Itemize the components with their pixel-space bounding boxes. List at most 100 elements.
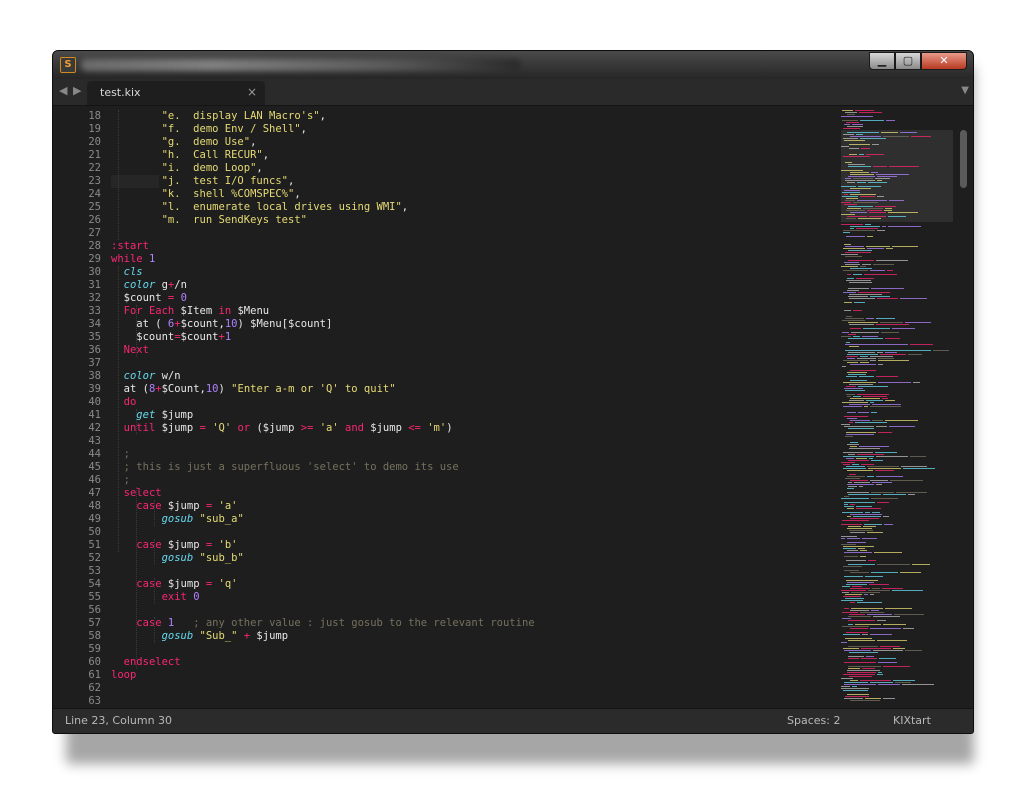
minimap-line [843, 546, 874, 547]
token-kw: endselect [123, 656, 181, 668]
code-line[interactable]: ; [111, 474, 130, 487]
token-text: ) $Menu[$count] [237, 318, 333, 330]
minimap-line [842, 512, 863, 513]
code-line[interactable]: :start [111, 240, 149, 253]
tab-dropdown-icon[interactable]: ▼ [961, 85, 969, 96]
minimap-line [901, 466, 927, 467]
minimap-line [844, 502, 875, 503]
minimap-line [847, 444, 859, 445]
code-line[interactable]: "g. demo Use", [111, 136, 257, 149]
token-text: $Menu [231, 305, 270, 317]
minimap-line [861, 148, 870, 149]
tab-close-icon[interactable]: × [247, 85, 257, 99]
code-line[interactable]: at (8+$Count,10) "Enter a-m or 'Q' to qu… [111, 383, 396, 396]
minimap-line [852, 686, 857, 687]
code-line[interactable]: loop [111, 669, 136, 682]
tab-test-kix[interactable]: test.kix × [87, 81, 265, 105]
code-line[interactable]: For Each $Item in $Menu [111, 305, 269, 318]
minimap-line [878, 432, 892, 433]
token-str: "g. demo Use" [161, 136, 251, 148]
code-line[interactable]: color g+/n [111, 279, 187, 292]
line-number: 26 [88, 214, 101, 226]
token-text: at ( [111, 318, 168, 330]
code-editor[interactable]: 18 19 20 21 22 23 24 25 26 27 28 29 30 31 32 33 34 35 36 37… [53, 106, 973, 710]
minimap-line [865, 698, 881, 699]
minimap-line [841, 688, 869, 689]
tab-prev-icon[interactable]: ◀ [59, 84, 67, 97]
minimap-line [857, 358, 876, 359]
code-line[interactable]: get $jump [111, 409, 193, 422]
token-text: g [155, 279, 168, 291]
indentation-setting[interactable]: Spaces: 2 [787, 714, 840, 727]
code-line[interactable]: until $jump = 'Q' or ($jump >= 'a' and $… [111, 422, 453, 435]
minimap-line [890, 480, 923, 481]
code-line[interactable]: "e. display LAN Macro's", [111, 110, 326, 123]
minimap-line [844, 416, 868, 417]
minimap-line [893, 680, 915, 681]
code-line[interactable]: "j. test I/O funcs", [111, 175, 295, 188]
code-line[interactable]: "f. demo Env / Shell", [111, 123, 307, 136]
code-line[interactable]: "k. shell %COMSPEC%", [111, 188, 301, 201]
code-line[interactable]: case $jump = 'b' [111, 539, 237, 552]
minimap-line [845, 256, 862, 257]
minimap-line [847, 132, 879, 133]
code-line[interactable]: do [111, 396, 137, 409]
line-number: 29 [88, 253, 101, 265]
code-line[interactable]: endselect [111, 656, 181, 669]
code-line[interactable]: gosub "Sub_" + $jump [111, 630, 288, 643]
app-icon[interactable]: S [60, 57, 76, 73]
code-line[interactable]: case $jump = 'a' [111, 500, 237, 513]
token-fn: cls [123, 266, 143, 278]
token-str: "i. demo Loop" [161, 162, 257, 174]
minimap-line [852, 124, 863, 125]
code-line[interactable]: exit 0 [111, 591, 200, 604]
code-line[interactable]: "i. demo Loop", [111, 162, 263, 175]
minimap-line [844, 698, 863, 699]
code-line[interactable]: "h. Call RECUR", [111, 149, 269, 162]
minimap-line [872, 420, 883, 421]
minimap-line [843, 566, 862, 567]
code-line[interactable]: ; [111, 448, 130, 461]
code-line[interactable]: at ( 6+$count,10) $Menu[$count] [111, 318, 332, 331]
code-line[interactable]: $count=$count+1 [111, 331, 231, 344]
code-line[interactable]: "l. enumerate local drives using WMI", [111, 201, 409, 214]
minimap-line [847, 476, 865, 477]
vertical-scrollbar[interactable] [960, 130, 967, 188]
code-line[interactable]: gosub "sub_b" [111, 552, 244, 565]
token-kw: loop [111, 669, 137, 681]
line-number: 36 [88, 344, 101, 356]
minimap-line [867, 210, 882, 211]
minimap-line [850, 504, 855, 505]
minimize-button[interactable]: ▁ [869, 52, 895, 70]
code-line[interactable]: color w/n [111, 370, 181, 383]
minimap-line [844, 576, 863, 577]
code-line[interactable]: while 1 [111, 253, 155, 266]
minimap-line [883, 516, 889, 517]
minimap[interactable] [841, 106, 953, 710]
tab-next-icon[interactable]: ▶ [73, 84, 81, 97]
title-bar[interactable]: S ▁ ▢ ✕ [53, 51, 973, 80]
minimap-line [849, 324, 874, 325]
minimap-line [933, 350, 949, 351]
code-line[interactable]: ; this is just a superfluous 'select' to… [111, 461, 459, 474]
code-line[interactable]: cls [111, 266, 143, 279]
token-text: $count [111, 331, 175, 343]
code-area[interactable]: "e. display LAN Macro's", "f. demo Env /… [111, 106, 831, 710]
code-line[interactable]: gosub "sub_a" [111, 513, 244, 526]
line-number: 60 [88, 656, 101, 668]
minimap-line [847, 216, 867, 217]
code-line[interactable]: case $jump = 'q' [111, 578, 237, 591]
minimap-line [854, 302, 865, 303]
line-number: 30 [88, 266, 101, 278]
code-line[interactable]: $count = 0 [111, 292, 187, 305]
close-button[interactable]: ✕ [921, 52, 967, 70]
minimap-line [883, 494, 906, 495]
syntax-mode[interactable]: KIXtart [893, 714, 931, 727]
code-line[interactable]: Next [111, 344, 149, 357]
minimap-line [847, 528, 872, 529]
minimap-line [892, 246, 918, 247]
code-line[interactable]: "m. run SendKeys test" [111, 214, 307, 227]
code-line[interactable]: case 1 ; any other value : just gosub to… [111, 617, 534, 630]
minimap-line [849, 474, 856, 475]
maximize-button[interactable]: ▢ [895, 52, 921, 70]
